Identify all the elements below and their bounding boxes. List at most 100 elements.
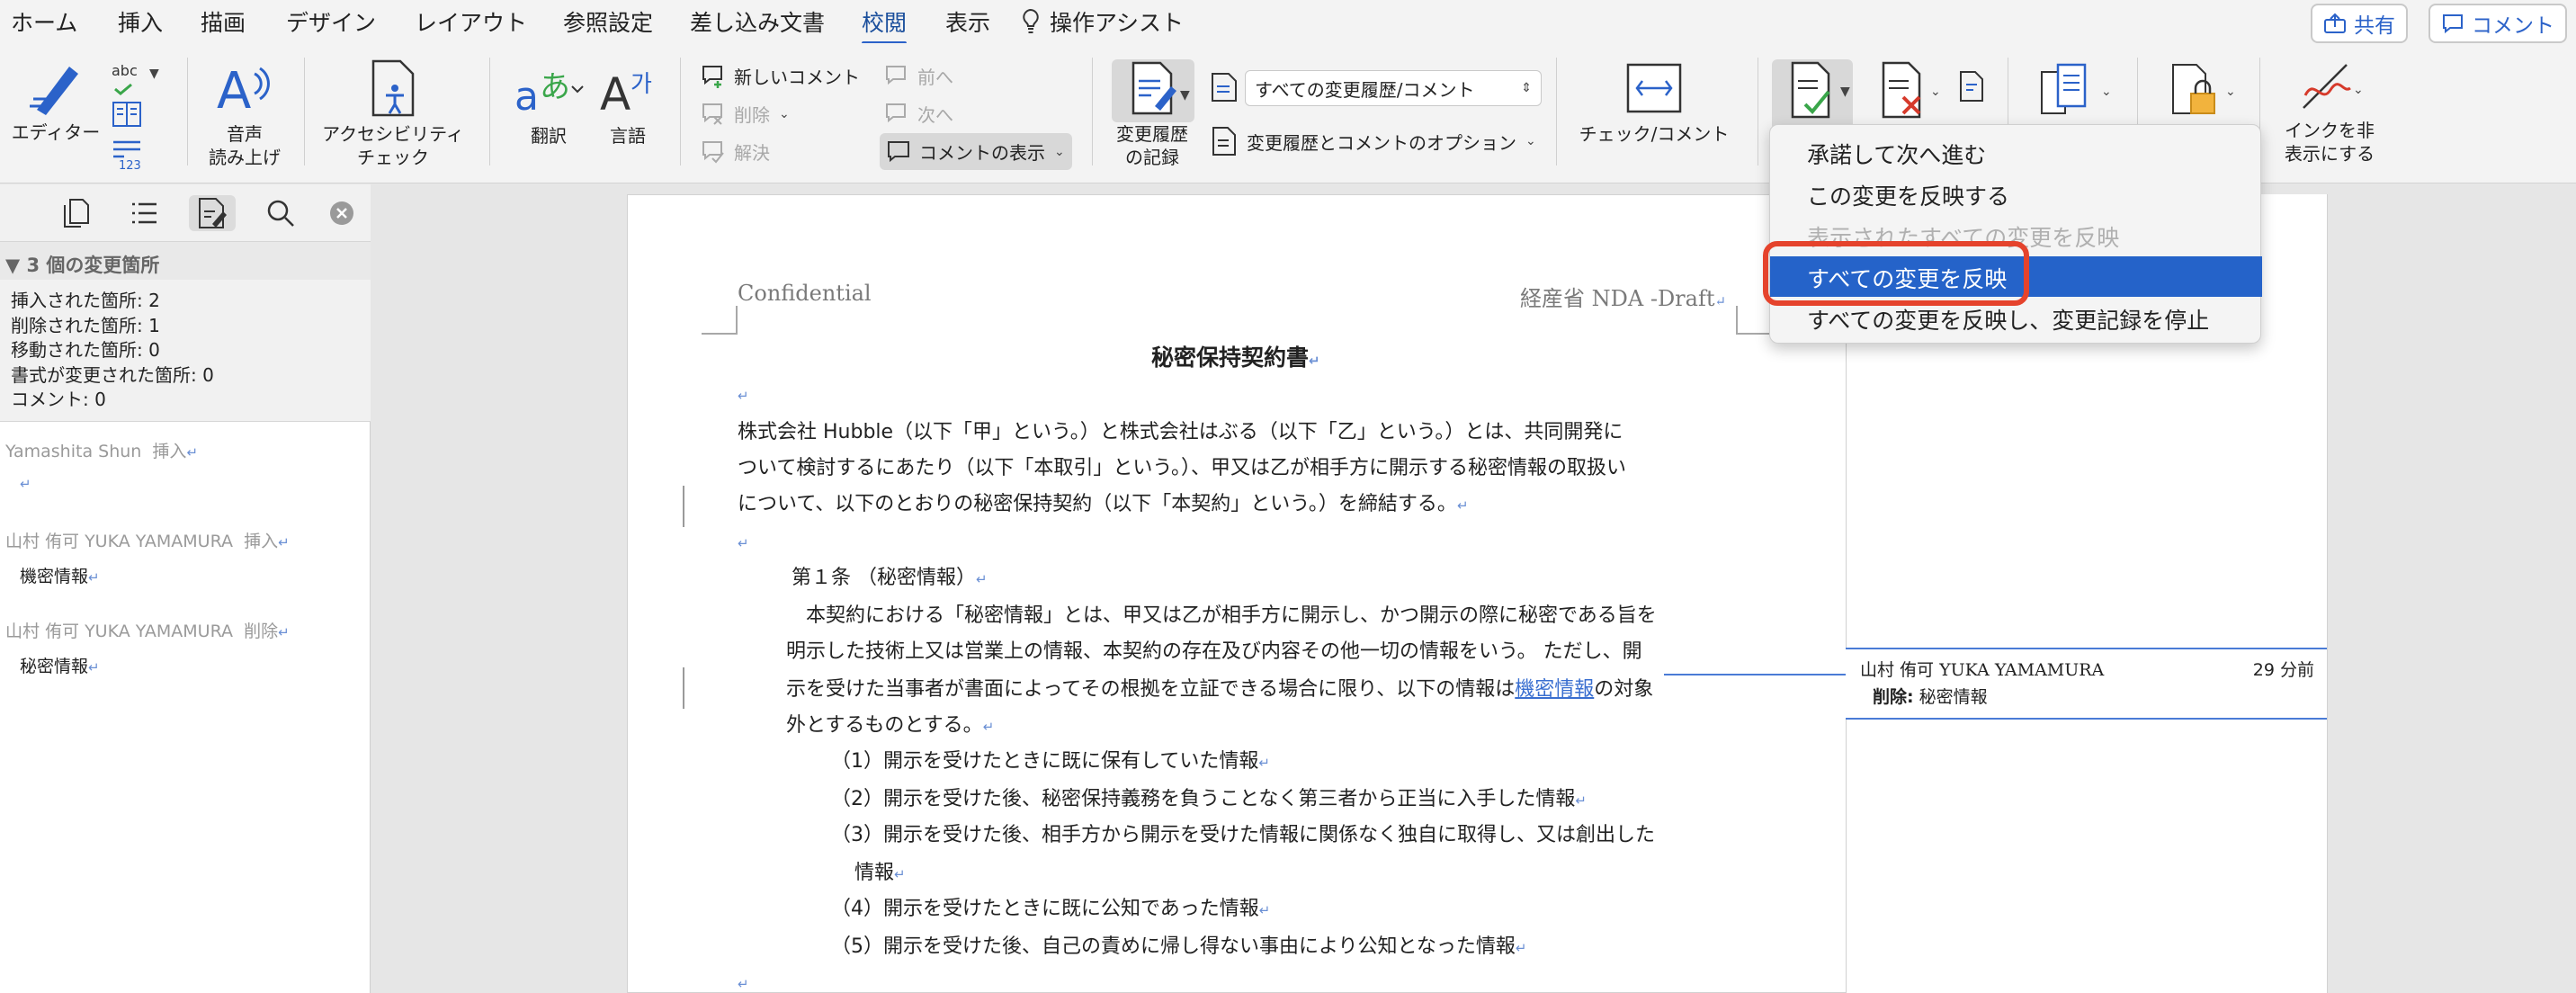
tab-design[interactable]: デザイン [286,5,376,38]
previous-comment-button[interactable]: 前へ [885,63,953,89]
tab-layout[interactable]: レイアウト [415,5,527,38]
reject-button[interactable] [1867,59,1939,126]
read-aloud-button[interactable]: A 音声 読み上げ [200,58,290,169]
tell-me-assist[interactable]: 操作アシスト [1021,5,1184,38]
search-icon [267,200,294,227]
accept-caret-icon[interactable]: ▼ [1840,85,1850,99]
hide-ink-icon [2303,64,2351,109]
markup-options-button[interactable]: 変更履歴とコメントのオプション ⌄ [1211,126,1536,157]
list-item: 情報↵ [854,862,906,884]
ribbon-separator [1556,58,1557,166]
compare-caret-icon[interactable]: ⌄ [2101,85,2112,99]
header-left: Confidential [738,281,872,306]
crop-mark [1736,306,1738,335]
tab-mailings[interactable]: 差し込み文書 [690,5,825,38]
check-comment-button[interactable]: チェック/コメント [1569,61,1740,146]
svg-text:あ: あ [540,69,570,105]
accessibility-label-1: アクセシビリティ [322,123,464,145]
compare-button[interactable] [2029,61,2101,122]
menu-item-accept-and-move-next[interactable]: 承諾して次へ進む [1770,132,2262,173]
revision-item[interactable]: 山村 侑可 YUKA YAMAMURA 挿入↵ 機密情報↵ [5,528,365,587]
comments-button[interactable]: コメント [2428,4,2567,43]
markup-display-select[interactable]: すべての変更履歴/コメント ⇕ [1245,70,1542,106]
markup-options-icon [1212,127,1236,156]
spelling-caret-icon[interactable]: ▼ [149,67,159,81]
show-comments-icon [888,140,909,162]
menu-bar: ホーム 挿入 描画 デザイン レイアウト 参照設定 差し込み文書 校閲 表示 操… [0,0,2576,45]
paragraph-mark-icon: ↵ [88,569,100,586]
svg-text:A: A [600,68,631,119]
pane-tab-search[interactable] [261,195,300,231]
protect-caret-icon[interactable]: ⌄ [2225,85,2236,99]
paragraph-mark-icon: ↵ [1309,353,1320,369]
display-for-review-icon [1212,73,1237,102]
translate-icon: a あ [514,69,584,119]
paragraph-mark-icon: ↵ [738,388,749,404]
document-title: 秘密保持契約書↵ [1151,344,1320,371]
book-icon [112,102,141,127]
lightbulb-icon [1023,8,1039,33]
previous-change-button[interactable] [1955,68,1988,108]
svg-text:가: 가 [631,71,652,98]
ribbon-separator [187,58,188,166]
balloon-author: 山村 侑可 YUKA YAMAMURA [1860,660,2105,680]
checkmark-icon [114,83,132,95]
list-item: （3）開示を受けた後、相手方から開示を受けた情報に関係なく独自に取得し、又は創出… [831,824,1655,846]
new-comment-icon [702,65,722,88]
revision-item[interactable]: 山村 侑可 YUKA YAMAMURA 削除↵ 秘密情報↵ [5,618,365,677]
editor-pen-icon [30,67,78,115]
new-comment-button[interactable]: 新しいコメント [702,63,860,89]
reject-change-icon [1882,61,1921,119]
track-changes-caret-icon[interactable]: ▼ [1180,88,1190,103]
revision-item[interactable]: Yamashita Shun 挿入↵ ↵ [5,438,365,493]
tab-insert[interactable]: 挿入 [118,5,163,38]
resolve-comment-button[interactable]: 解決 [702,139,770,165]
language-button[interactable]: A 가 言語 [594,63,662,148]
pane-tab-pages[interactable] [56,195,95,231]
accessibility-check-button[interactable]: アクセシビリティ チェック [317,59,470,169]
paragraph-mark-icon: ↵ [278,624,290,640]
summary-header[interactable]: ▼ 3 個の変更箇所 [0,242,371,280]
hide-ink-label-1: インクを非 [2285,120,2375,141]
editor-button[interactable]: エディター [11,59,101,144]
revision-balloon[interactable]: 山村 侑可 YUKA YAMAMURA 29 分前 削除: 秘密情報 [1846,648,2327,720]
tab-view[interactable]: 表示 [945,5,990,38]
menu-item-accept-this-change[interactable]: この変更を反映する [1770,174,2262,214]
revision-summary: ▼ 3 個の変更箇所 挿入された箇所: 2 削除された箇所: 1 移動された箇所… [0,242,371,676]
summary-comments: コメント: 0 [11,389,106,410]
tab-home[interactable]: ホーム [11,5,77,38]
pane-close-button[interactable] [326,197,358,229]
delete-comment-button[interactable]: 削除 ⌄ [702,101,790,127]
word-count-button[interactable]: 123 [112,139,144,174]
new-comment-label: 新しいコメント [734,67,860,88]
summary-body: 挿入された箇所: 2 削除された箇所: 1 移動された箇所: 0 書式が変更され… [0,280,371,422]
accept-change-icon [1791,61,1830,119]
list-icon [132,202,157,224]
show-comments-button[interactable]: コメントの表示 ⌄ [880,133,1072,170]
protect-button[interactable] [2159,61,2231,122]
hide-ink-button[interactable]: インクを非 表示にする [2267,59,2393,166]
pane-tab-revisions[interactable] [189,195,236,231]
revision-author: 山村 侑可 YUKA YAMAMURA 挿入↵ [5,532,290,551]
tab-references[interactable]: 参照設定 [563,5,653,38]
pane-tab-headings[interactable] [124,195,164,231]
share-button[interactable]: 共有 [2311,4,2408,43]
abc-label: abc [112,62,138,79]
word-count-icon: 123 [113,140,141,173]
accessibility-icon [371,59,415,117]
paragraph-mark-icon: ↵ [1515,940,1527,956]
paragraph-mark-icon: ↵ [88,659,100,675]
inserted-text[interactable]: 機密情報 [1515,678,1594,701]
resolve-label: 解決 [734,142,770,164]
thesaurus-button[interactable] [112,101,142,131]
translate-button[interactable]: a あ 翻訳 [504,63,594,148]
tab-review[interactable]: 校閲 [862,5,908,45]
reject-caret-icon[interactable]: ⌄ [1930,85,1941,99]
header-right: 経産省 NDA -Draft↵ [1520,286,1727,311]
hide-ink-caret-icon[interactable]: ⌄ [2353,83,2364,97]
editor-label: エディター [11,121,101,143]
intro-line: について、以下のとおりの秘密保持契約（以下「本契約」という。）を締結する。↵ [738,493,1469,515]
tab-draw[interactable]: 描画 [201,5,246,38]
article-heading: 第１条 （秘密情報）↵ [792,567,988,589]
next-comment-button[interactable]: 次へ [885,101,953,127]
